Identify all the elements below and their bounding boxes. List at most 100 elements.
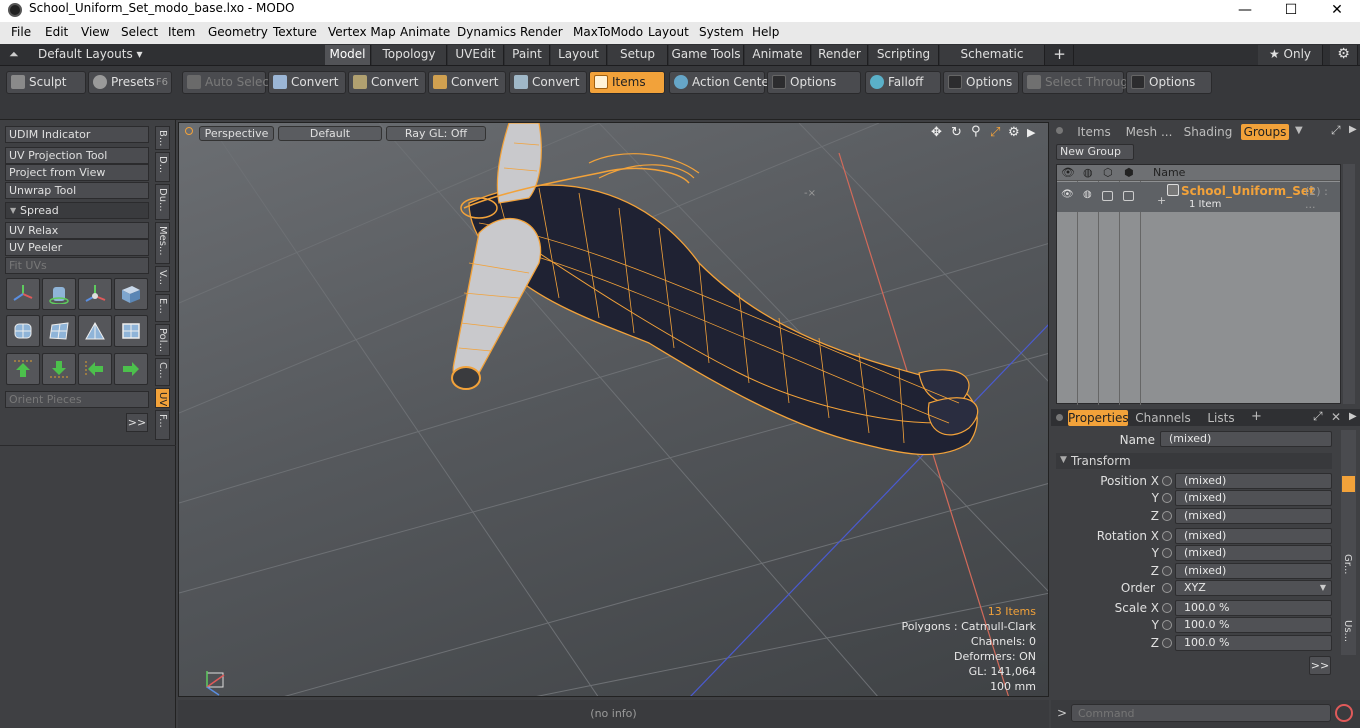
command-input[interactable] <box>1071 704 1331 722</box>
tab-channels[interactable]: Channels <box>1133 410 1193 426</box>
fit-uvs-button[interactable]: Fit UVs <box>5 257 149 274</box>
raygl-toggle[interactable]: Ray GL: Off <box>386 126 486 141</box>
tab-model[interactable]: Model <box>325 45 371 65</box>
tab-setup[interactable]: Setup <box>608 45 668 65</box>
rotate-view-icon[interactable]: ↻ <box>951 125 962 140</box>
vtab-edge[interactable]: E... <box>155 294 170 322</box>
scale-x-field[interactable]: 100.0 % <box>1175 600 1332 616</box>
menu-maxtomodo[interactable]: MaxToModo <box>573 25 643 39</box>
panel-pin-icon[interactable] <box>1056 127 1063 134</box>
record-macro-icon[interactable] <box>1335 704 1353 722</box>
position-x-anim-dot[interactable] <box>1162 476 1172 486</box>
align-left-icon-button[interactable] <box>78 353 112 385</box>
panel-pin-icon[interactable] <box>1056 414 1063 421</box>
tab-schematic-fusion[interactable]: Schematic Fusion <box>940 45 1045 80</box>
expand-icon[interactable]: + <box>1157 194 1166 207</box>
menu-animate[interactable]: Animate <box>400 25 450 39</box>
maximize-button[interactable]: ☐ <box>1268 0 1314 22</box>
side-tab-groups[interactable]: Gr... <box>1342 554 1353 574</box>
minimize-button[interactable]: — <box>1222 0 1268 22</box>
close-panel-icon[interactable]: ✕ <box>1331 410 1341 424</box>
rotation-y-field[interactable]: (mixed) <box>1175 545 1332 561</box>
uv-transform-icon-button[interactable] <box>6 278 40 310</box>
name-field[interactable]: (mixed) <box>1160 431 1332 447</box>
layout-selector[interactable]: Default Layouts ▾ <box>38 47 143 61</box>
convert-button-3[interactable]: Convert <box>428 71 506 94</box>
action-center-button[interactable]: Action Center <box>669 71 774 94</box>
vtab-duplicate[interactable]: Du... <box>155 184 170 220</box>
tab-shading[interactable]: Shading <box>1179 124 1237 140</box>
menu-layout[interactable]: Layout <box>648 25 689 39</box>
tab-mesh[interactable]: Mesh ... <box>1123 124 1175 140</box>
rotation-x-anim-dot[interactable] <box>1162 531 1172 541</box>
lock-checkbox[interactable] <box>1102 191 1113 201</box>
uv-pyramid-icon-button[interactable] <box>78 315 112 347</box>
select-through-button[interactable]: Select Through <box>1022 71 1136 94</box>
menu-texture[interactable]: Texture <box>273 25 317 39</box>
pan-icon[interactable]: ✥ <box>931 125 942 140</box>
render-icon[interactable]: ◍ <box>1083 166 1093 179</box>
scale-y-field[interactable]: 100.0 % <box>1175 617 1332 633</box>
viewport-pin-icon[interactable] <box>185 127 193 135</box>
menu-render[interactable]: Render <box>520 25 563 39</box>
align-down-icon-button[interactable] <box>42 353 76 385</box>
more-tools-button[interactable]: >> <box>126 413 148 432</box>
uv-sphere-grid-icon-button[interactable] <box>6 315 40 347</box>
add-tab-button[interactable]: + <box>1251 409 1262 424</box>
convert-button-4[interactable]: Convert <box>509 71 587 94</box>
scale-z-anim-dot[interactable] <box>1162 638 1172 648</box>
position-x-field[interactable]: (mixed) <box>1175 473 1332 489</box>
viewport-menu-arrow-icon[interactable]: ▶ <box>1027 126 1035 139</box>
maximize-panel-icon[interactable]: ⤢ <box>1331 123 1341 138</box>
uv-square-icon-button[interactable] <box>114 315 148 347</box>
vtab-polygon[interactable]: Pol... <box>155 324 170 356</box>
order-anim-dot[interactable] <box>1162 583 1172 593</box>
menu-help[interactable]: Help <box>752 25 779 39</box>
tab-paint[interactable]: Paint <box>505 45 550 65</box>
panel-menu-arrow-icon[interactable]: ▶ <box>1349 124 1357 135</box>
uv-cylinder-icon-button[interactable] <box>42 278 76 310</box>
tab-uvedit[interactable]: UVEdit <box>448 45 504 65</box>
layout-up-arrow-icon[interactable]: ⏶ <box>9 47 19 62</box>
3d-viewport[interactable]: -× Perspective Default Ray GL: Off ✥ ↻ ⚲… <box>178 122 1049 697</box>
tab-game-tools[interactable]: Game Tools <box>669 45 744 65</box>
tab-animate[interactable]: Animate <box>745 45 811 65</box>
spread-section-toggle[interactable]: ▼ Spread <box>5 202 149 219</box>
transform-section-header[interactable]: ▼ Transform <box>1056 453 1332 469</box>
only-toggle[interactable]: ★ Only <box>1258 45 1323 65</box>
falloff-options-button[interactable]: Options <box>943 71 1019 94</box>
menu-dynamics[interactable]: Dynamics <box>457 25 516 39</box>
tab-groups[interactable]: Groups <box>1241 124 1289 140</box>
select-icon[interactable]: ⬢ <box>1124 166 1134 179</box>
group-row[interactable]: 👁 ◍ + School_Uniform_Set (2) : ... 1 Ite… <box>1057 182 1340 212</box>
scale-x-anim-dot[interactable] <box>1162 603 1172 613</box>
tabs-dropdown-icon[interactable]: ▼ <box>1295 125 1303 136</box>
rotation-y-anim-dot[interactable] <box>1162 548 1172 558</box>
rotation-x-field[interactable]: (mixed) <box>1175 528 1332 544</box>
lock-icon[interactable]: ⬡ <box>1103 166 1113 179</box>
maximize-panel-icon[interactable]: ⤢ <box>1313 409 1323 424</box>
side-tab-user[interactable]: Us... <box>1342 620 1353 642</box>
view-perspective-dropdown[interactable]: Perspective <box>199 126 274 141</box>
items-mode-button[interactable]: Items <box>589 71 665 94</box>
project-from-view-button[interactable]: Project from View <box>5 164 149 181</box>
falloff-button[interactable]: Falloff <box>865 71 941 94</box>
more-properties-button[interactable]: >> <box>1309 656 1331 675</box>
properties-side-tab-active[interactable] <box>1342 476 1355 492</box>
tab-render[interactable]: Render <box>812 45 868 65</box>
tab-layout[interactable]: Layout <box>551 45 607 65</box>
tab-items[interactable]: Items <box>1069 124 1119 140</box>
uv-box-icon-button[interactable] <box>114 278 148 310</box>
position-z-anim-dot[interactable] <box>1162 511 1172 521</box>
menu-system[interactable]: System <box>699 25 744 39</box>
menu-select[interactable]: Select <box>121 25 158 39</box>
select-through-options-button[interactable]: Options <box>1126 71 1212 94</box>
render-icon[interactable]: ◍ <box>1083 189 1092 200</box>
close-button[interactable]: ✕ <box>1314 0 1360 22</box>
vtab-uv[interactable]: UV <box>155 388 170 408</box>
new-group-button[interactable]: New Group <box>1056 144 1134 160</box>
tab-topology[interactable]: Topology <box>372 45 447 65</box>
align-right-icon-button[interactable] <box>114 353 148 385</box>
vtab-vertex[interactable]: V... <box>155 266 170 292</box>
presets-button[interactable]: Presets F6 <box>88 71 172 94</box>
